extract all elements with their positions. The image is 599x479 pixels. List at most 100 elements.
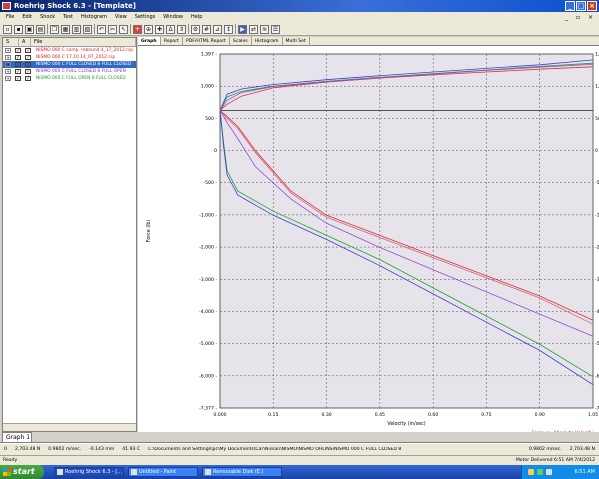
expand-icon[interactable]: + bbox=[5, 76, 11, 81]
column-header-a[interactable]: A bbox=[19, 38, 31, 46]
tab-report[interactable]: Report bbox=[161, 37, 183, 45]
mdi-controls[interactable]: _ ▫ × bbox=[565, 12, 596, 23]
menu-window[interactable]: Window bbox=[159, 12, 187, 23]
view-tabs: Graph Report PDF/HTML Report Scales Hist… bbox=[138, 37, 599, 46]
horizontal-scrollbar[interactable] bbox=[3, 423, 136, 431]
taskbar-item-removable-disk[interactable]: Removable Disk (E:) bbox=[202, 467, 282, 477]
folder-icon[interactable]: ▧ bbox=[83, 24, 92, 34]
checkbox-s[interactable]: ✓ bbox=[15, 69, 21, 75]
menu-test[interactable]: Test bbox=[59, 12, 77, 23]
taskbar-item-label: Removable Disk (E:) bbox=[213, 469, 264, 475]
x-tick-label: 0.000 bbox=[213, 412, 226, 418]
file-name: NISMO 000 C 17.10 14_07_2012.rsp bbox=[36, 55, 116, 60]
menu-help[interactable]: Help bbox=[187, 12, 206, 23]
cursor-icon[interactable]: + bbox=[133, 24, 142, 34]
undo-icon[interactable]: ↶ bbox=[97, 24, 106, 34]
clock: 6:51 AM bbox=[574, 469, 595, 475]
graph-1-tab[interactable]: Graph 1 bbox=[2, 432, 32, 442]
tab-multi-set[interactable]: Multi Set bbox=[283, 37, 310, 45]
tray-icon[interactable] bbox=[528, 469, 534, 475]
toolbar-separator bbox=[94, 24, 95, 34]
open-icon[interactable]: ▪ bbox=[14, 24, 23, 34]
tray-icon[interactable] bbox=[537, 469, 543, 475]
menu-file[interactable]: File bbox=[2, 12, 18, 23]
column-header-file[interactable]: File bbox=[31, 38, 136, 46]
maximize-button[interactable]: □ bbox=[576, 1, 586, 11]
checkbox-a[interactable]: ✓ bbox=[25, 55, 31, 61]
file-row[interactable]: + ✓ ✓ NISMO 000 C FULL CLOSED 8 FULL OPEN bbox=[3, 68, 136, 75]
tab-pdf-html-report[interactable]: PDF/HTML Report bbox=[183, 37, 230, 45]
settings-icon[interactable]: ⚙ bbox=[191, 24, 200, 34]
peak-icon[interactable]: ⇕ bbox=[177, 24, 186, 34]
menu-settings[interactable]: Settings bbox=[131, 12, 160, 23]
checkbox-s[interactable]: ✓ bbox=[15, 62, 21, 68]
tray-icon[interactable] bbox=[546, 469, 552, 475]
run-icon[interactable]: ▶ bbox=[238, 24, 247, 34]
checkbox-a[interactable]: ✓ bbox=[25, 69, 31, 75]
checkbox-a[interactable]: ✓ bbox=[25, 76, 31, 82]
y-tick-label: -1,000 - bbox=[199, 212, 217, 218]
x-tick-label: 0.75 bbox=[481, 412, 491, 418]
overlay-icon[interactable]: ≋ bbox=[260, 24, 269, 34]
tab-histogram[interactable]: Histogram bbox=[252, 37, 283, 45]
menu-shock[interactable]: Shock bbox=[36, 12, 59, 23]
x-tick-label: 0.30 bbox=[321, 412, 331, 418]
x-tick-label: 0.45 bbox=[375, 412, 385, 418]
print-icon[interactable]: ▤ bbox=[36, 24, 45, 34]
folder-icon bbox=[205, 469, 211, 475]
checkbox-s[interactable]: ✓ bbox=[15, 55, 21, 61]
marker-icon[interactable]: ✚ bbox=[155, 24, 164, 34]
delta-icon[interactable]: Δ bbox=[166, 24, 175, 34]
expand-icon[interactable]: + bbox=[5, 69, 11, 74]
file-list: + ✓ ✓ NISMO 000 C comp. rebound 4_17_2012.r… bbox=[3, 47, 136, 82]
file-row[interactable]: + ✓ ✓ NISMO 000 C FULL OPEN 8 FULL CLOSED bbox=[3, 75, 136, 82]
zoom-icon[interactable]: ⊕ bbox=[144, 24, 153, 34]
pointer-icon[interactable]: ↖ bbox=[119, 24, 128, 34]
paste-icon[interactable]: ▦ bbox=[61, 24, 70, 34]
minimize-button[interactable]: _ bbox=[565, 1, 575, 11]
start-button[interactable]: start bbox=[0, 465, 44, 479]
chart-icon[interactable]: ⊿ bbox=[213, 24, 222, 34]
force-velocity-chart[interactable]: 0.000 0.15 0.30 0.45 0.60 0.75 0.90 1.05 1,397 -… bbox=[138, 46, 599, 433]
readout-force: 2,703.48 N bbox=[14, 447, 41, 452]
file-row[interactable]: + ✓ ✓ NISMO 000 C 17.10 14_07_2012.rsp bbox=[3, 54, 136, 61]
y-tick-label-right: 500 - bbox=[595, 116, 599, 122]
checkbox-s[interactable]: ✓ bbox=[15, 76, 21, 82]
x-tick-label: 0.60 bbox=[428, 412, 438, 418]
file-row[interactable]: + ✓ ✓ NISMO 000 C FULL CLOSED 8 FULL CLOSED bbox=[3, 61, 136, 68]
menu-histogram[interactable]: Histogram bbox=[77, 12, 111, 23]
column-header-s[interactable]: S bbox=[3, 38, 19, 46]
save-icon[interactable]: ▣ bbox=[25, 24, 34, 34]
cut-icon[interactable]: ✂ bbox=[108, 24, 117, 34]
tab-scales[interactable]: Scales bbox=[230, 37, 252, 45]
new-icon[interactable]: ▫ bbox=[3, 24, 12, 34]
taskbar-item-label: Roehrig Shock 6.3 - [... bbox=[65, 469, 123, 475]
y-tick-label-right: -3,000 - bbox=[595, 277, 599, 283]
checkbox-a[interactable]: ✓ bbox=[25, 62, 31, 68]
file-list-header: S A File bbox=[3, 38, 136, 47]
checkbox-a[interactable]: ✓ bbox=[25, 48, 31, 54]
y-tick-label-right: -1,000 - bbox=[595, 212, 599, 218]
readout-index: 0 bbox=[4, 447, 7, 452]
toolbar-separator bbox=[235, 24, 236, 34]
menu-view[interactable]: View bbox=[111, 12, 131, 23]
expand-icon[interactable]: + bbox=[5, 48, 11, 53]
file-row[interactable]: + ✓ ✓ NISMO 000 C comp. rebound 4_17_2012.r… bbox=[3, 47, 136, 54]
expand-icon[interactable]: + bbox=[5, 62, 11, 67]
expand-icon[interactable]: + bbox=[5, 55, 11, 60]
y-tick-label-right: -2,000 - bbox=[595, 245, 599, 251]
close-button[interactable]: × bbox=[587, 1, 597, 11]
y-tick-label-right: 0 bbox=[595, 148, 598, 154]
taskbar-item-paint[interactable]: Untitled - Paint bbox=[128, 467, 198, 477]
scale-icon[interactable]: ↕ bbox=[224, 24, 233, 34]
export-icon[interactable]: ▥ bbox=[72, 24, 81, 34]
report-icon[interactable]: ☰ bbox=[271, 24, 280, 34]
checkbox-s[interactable]: ✓ bbox=[15, 48, 21, 54]
menu-edit[interactable]: Edit bbox=[18, 12, 36, 23]
copy-icon[interactable]: ❐ bbox=[50, 24, 59, 34]
tab-graph[interactable]: Graph bbox=[138, 37, 161, 45]
grid-icon[interactable]: # bbox=[202, 24, 211, 34]
y-tick-label-right: -6,000 - bbox=[595, 373, 599, 379]
taskbar-item-roehrig[interactable]: Roehrig Shock 6.3 - [... bbox=[54, 467, 124, 477]
compare-icon[interactable]: ⇄ bbox=[249, 24, 258, 34]
